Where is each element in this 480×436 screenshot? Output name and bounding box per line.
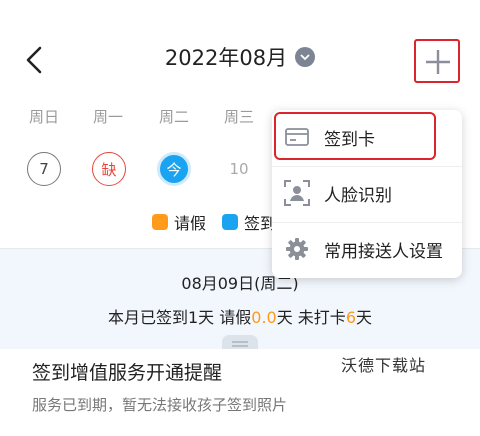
add-button[interactable] [414,39,460,83]
leave-count: 0.0 [251,308,277,327]
notice-title[interactable]: 签到增值服务开通提醒 [32,358,222,385]
calendar-day-today[interactable]: 今 [157,152,191,186]
day-label: 缺 [101,160,117,179]
drag-handle[interactable] [222,335,258,349]
calendar-day[interactable]: 10 [222,152,256,186]
chevron-down-icon [295,47,316,67]
menu-item-face-id[interactable]: 人脸识别 [272,168,462,218]
menu-item-label: 常用接送人设置 [324,241,443,262]
face-id-icon [284,180,310,206]
missing-count: 6 [345,308,356,327]
day-label: 10 [229,160,249,178]
weekday-tue: 周二 [158,108,189,126]
day-label: 7 [39,160,49,178]
month-selector[interactable]: 2022年08月 [0,42,480,72]
summary-prefix: 本月已签到1天 请假 [107,308,252,327]
page-title: 2022年08月 [164,46,288,70]
menu-divider [272,222,462,223]
weekday-sun: 周日 [28,108,59,126]
legend-leave: 请假 [152,210,206,234]
calendar-day[interactable]: 7 [27,152,61,186]
watermark: 沃德下载站 [341,356,427,375]
highlight-box [274,112,436,160]
legend-label: 请假 [174,214,207,233]
legend-signin: 签到 [222,210,276,234]
summary-suffix: 天 [356,308,373,327]
plus-icon [426,50,450,74]
monthly-summary: 本月已签到1天 请假0.0天 未打卡6天 [0,304,480,328]
weekday-wed: 周三 [223,108,254,126]
summary-middle: 天 未打卡 [276,308,346,327]
menu-item-label: 人脸识别 [324,185,392,206]
legend-swatch [152,214,168,230]
menu-item-pickup-settings[interactable]: 常用接送人设置 [272,224,462,274]
calendar-day-absent[interactable]: 缺 [92,152,126,186]
day-label: 今 [166,160,182,179]
legend-swatch [222,214,238,230]
weekday-mon: 周一 [92,108,123,126]
notice-description: 服务已到期，暂无法接收孩子签到照片 [32,396,288,414]
gear-icon [284,236,310,262]
menu-divider [272,166,462,167]
